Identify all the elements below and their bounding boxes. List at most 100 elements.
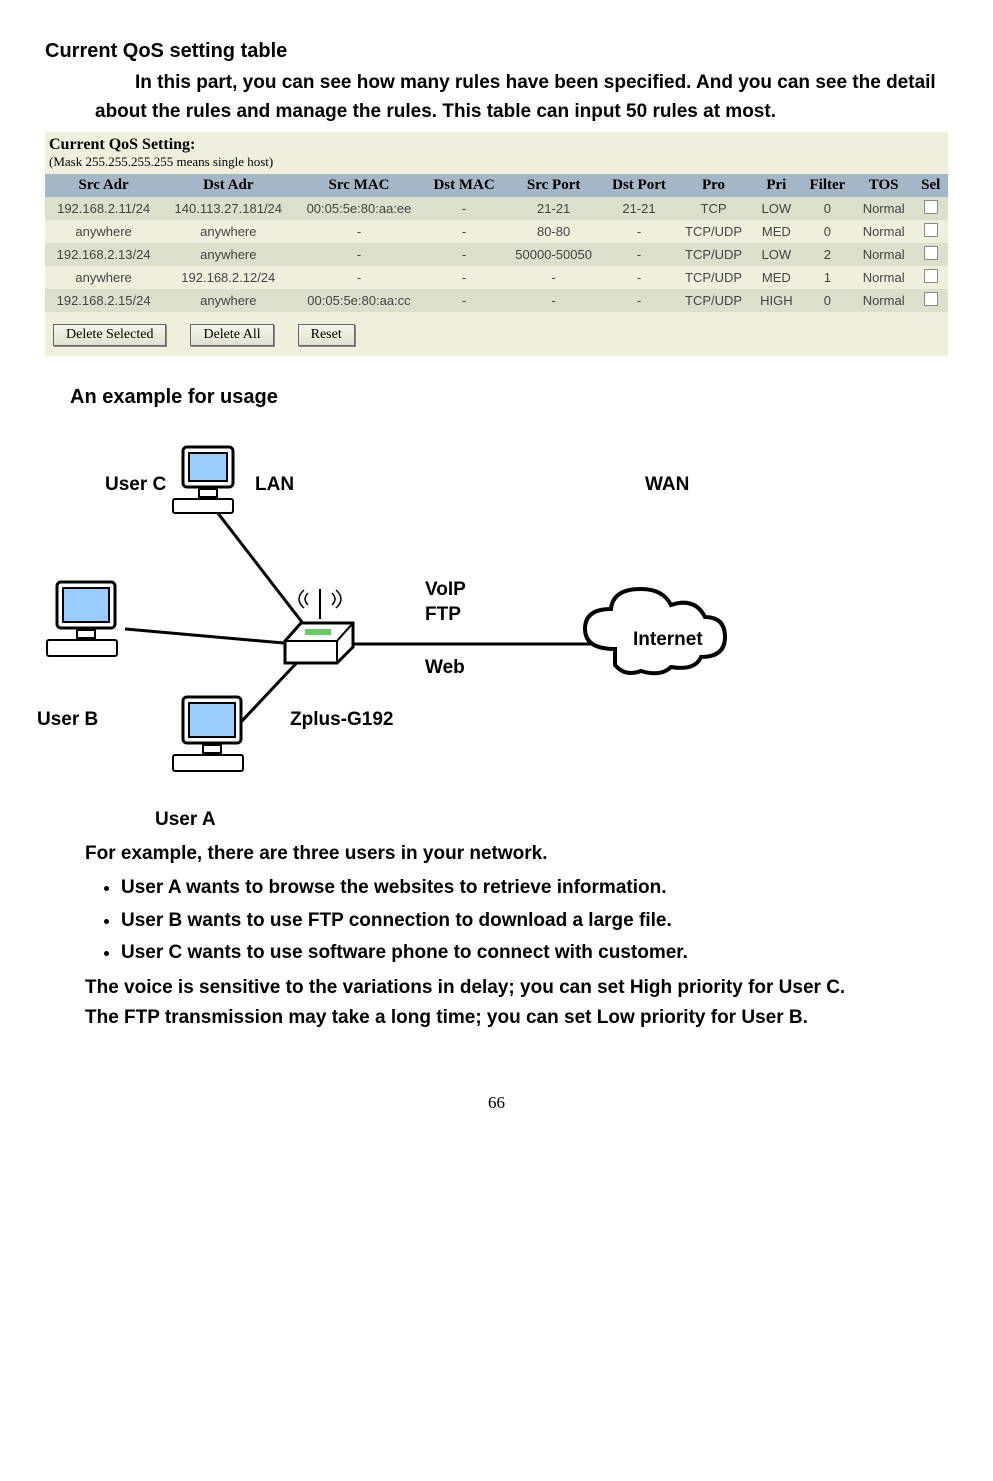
row-checkbox[interactable]: [924, 269, 938, 283]
delete-all-button[interactable]: Delete All: [190, 324, 273, 346]
label-lan: LAN: [255, 474, 294, 496]
router-icon: [275, 579, 365, 669]
col-filter: Filter: [801, 174, 854, 197]
table-row: anywhere192.168.2.12/24----TCP/UDPMED1No…: [45, 266, 948, 289]
col-src-port: Src Port: [505, 174, 603, 197]
label-wan: WAN: [645, 474, 689, 496]
col-src-mac: Src MAC: [294, 174, 423, 197]
table-cell: TCP/UDP: [675, 289, 751, 312]
table-cell: -: [424, 289, 505, 312]
table-cell: -: [294, 243, 423, 266]
table-cell: 2: [801, 243, 854, 266]
row-checkbox[interactable]: [924, 292, 938, 306]
qos-table: Src Adr Dst Adr Src MAC Dst MAC Src Port…: [45, 174, 948, 312]
table-cell: -: [603, 266, 676, 289]
row-checkbox[interactable]: [924, 223, 938, 237]
label-voip: VoIP: [425, 579, 466, 601]
table-cell: 21-21: [505, 197, 603, 220]
network-diagram: User C LAN WAN VoIP FTP Web Internet Use…: [45, 419, 765, 839]
table-cell: TCP/UDP: [675, 266, 751, 289]
table-cell: 0: [801, 220, 854, 243]
table-cell: -: [424, 243, 505, 266]
heading-qos-table: Current QoS setting table: [45, 40, 948, 63]
table-cell: anywhere: [45, 266, 162, 289]
table-cell: 140.113.27.181/24: [162, 197, 294, 220]
table-cell: anywhere: [162, 289, 294, 312]
example-body: For example, there are three users in yo…: [85, 839, 948, 1033]
delete-selected-button[interactable]: Delete Selected: [53, 324, 166, 346]
bullet-user-c: User C wants to use software phone to co…: [121, 938, 948, 968]
table-cell: Normal: [854, 220, 914, 243]
table-cell: 00:05:5e:80:aa:cc: [294, 289, 423, 312]
table-cell: LOW: [752, 197, 801, 220]
table-cell: Normal: [854, 243, 914, 266]
col-dst-adr: Dst Adr: [162, 174, 294, 197]
table-cell: 0: [801, 197, 854, 220]
table-cell: TCP/UDP: [675, 220, 751, 243]
col-pro: Pro: [675, 174, 751, 197]
label-user-b: User B: [37, 709, 98, 731]
col-dst-mac: Dst MAC: [424, 174, 505, 197]
table-cell: 1: [801, 266, 854, 289]
table-cell: -: [603, 289, 676, 312]
qos-screenshot: Current QoS Setting: (Mask 255.255.255.2…: [45, 132, 948, 356]
reset-button[interactable]: Reset: [298, 324, 355, 346]
table-cell: anywhere: [162, 243, 294, 266]
example-p2: The FTP transmission may take a long tim…: [85, 1003, 948, 1033]
pc-user-a-icon: [165, 689, 265, 789]
label-user-c: User C: [105, 474, 166, 496]
sel-cell: [913, 289, 948, 312]
col-tos: TOS: [854, 174, 914, 197]
label-internet: Internet: [633, 629, 703, 651]
qos-header-row: Src Adr Dst Adr Src MAC Dst MAC Src Port…: [45, 174, 948, 197]
label-user-a: User A: [155, 809, 216, 831]
table-cell: -: [424, 197, 505, 220]
table-cell: 192.168.2.12/24: [162, 266, 294, 289]
table-row: anywhereanywhere--80-80-TCP/UDPMED0Norma…: [45, 220, 948, 243]
table-cell: MED: [752, 266, 801, 289]
row-checkbox[interactable]: [924, 200, 938, 214]
table-cell: TCP: [675, 197, 751, 220]
example-heading: An example for usage: [70, 386, 948, 409]
sel-cell: [913, 243, 948, 266]
table-cell: LOW: [752, 243, 801, 266]
button-row: Delete Selected Delete All Reset: [45, 312, 948, 346]
col-pri: Pri: [752, 174, 801, 197]
pc-user-b-icon: [39, 574, 139, 674]
shot-subtitle: (Mask 255.255.255.255 means single host): [45, 154, 948, 170]
pc-user-c-icon: [165, 439, 255, 529]
page-number: 66: [45, 1093, 948, 1113]
table-cell: 21-21: [603, 197, 676, 220]
example-p1: The voice is sensitive to the variations…: [85, 973, 948, 1003]
sel-cell: [913, 266, 948, 289]
table-cell: MED: [752, 220, 801, 243]
bullet-user-a: User A wants to browse the websites to r…: [121, 873, 948, 903]
intro-paragraph: In this part, you can see how many rules…: [95, 69, 948, 126]
table-cell: -: [424, 266, 505, 289]
label-ftp: FTP: [425, 604, 461, 626]
table-cell: 80-80: [505, 220, 603, 243]
row-checkbox[interactable]: [924, 246, 938, 260]
table-row: 192.168.2.11/24140.113.27.181/2400:05:5e…: [45, 197, 948, 220]
table-cell: -: [603, 220, 676, 243]
table-cell: HIGH: [752, 289, 801, 312]
table-row: 192.168.2.13/24anywhere--50000-50050-TCP…: [45, 243, 948, 266]
table-cell: 192.168.2.11/24: [45, 197, 162, 220]
table-cell: 50000-50050: [505, 243, 603, 266]
example-lead: For example, there are three users in yo…: [85, 839, 948, 869]
table-cell: 192.168.2.13/24: [45, 243, 162, 266]
table-cell: anywhere: [162, 220, 294, 243]
example-bullets: User A wants to browse the websites to r…: [85, 873, 948, 968]
col-dst-port: Dst Port: [603, 174, 676, 197]
sel-cell: [913, 197, 948, 220]
table-cell: -: [603, 243, 676, 266]
table-cell: 0: [801, 289, 854, 312]
table-cell: Normal: [854, 289, 914, 312]
table-cell: 192.168.2.15/24: [45, 289, 162, 312]
table-cell: -: [505, 289, 603, 312]
col-sel: Sel: [913, 174, 948, 197]
table-row: 192.168.2.15/24anywhere00:05:5e:80:aa:cc…: [45, 289, 948, 312]
table-cell: -: [294, 220, 423, 243]
label-router: Zplus-G192: [290, 709, 393, 731]
table-cell: TCP/UDP: [675, 243, 751, 266]
